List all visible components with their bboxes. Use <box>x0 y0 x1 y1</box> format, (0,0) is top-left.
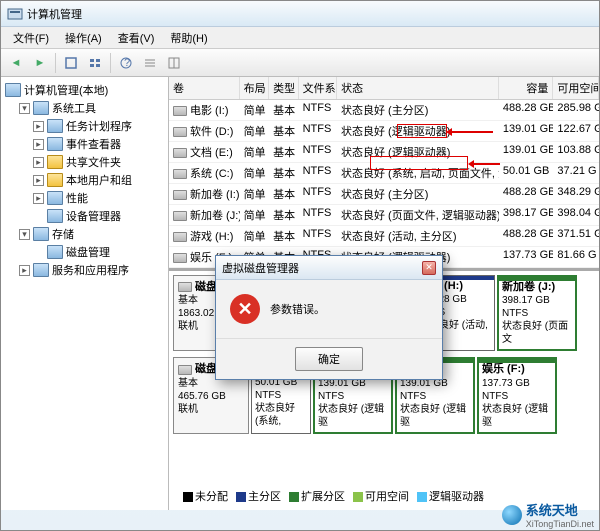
volume-list: 电影 (I:)简单基本NTFS状态良好 (主分区)488.28 GB285.98… <box>169 100 599 268</box>
menu-action[interactable]: 操作(A) <box>57 28 110 48</box>
ok-button[interactable]: 确定 <box>295 347 363 371</box>
partition[interactable]: 新加卷 (J:)398.17 GB NTFS状态良好 (页面文 <box>497 275 577 351</box>
folder-icon <box>47 155 63 169</box>
col-capacity[interactable]: 容量 <box>499 77 554 99</box>
disk-icon <box>47 245 63 259</box>
col-free[interactable]: 可用空间 <box>553 77 599 99</box>
volume-row[interactable]: 电影 (I:)简单基本NTFS状态良好 (主分区)488.28 GB285.98… <box>169 100 599 121</box>
collapse-icon[interactable]: ▾ <box>19 103 30 114</box>
disk-icon <box>178 365 192 375</box>
tree-root[interactable]: 计算机管理(本地) <box>5 81 164 99</box>
refresh-button[interactable] <box>60 52 82 74</box>
legend-unalloc-swatch <box>183 492 193 502</box>
volume-row[interactable]: 新加卷 (J:)简单基本NTFS状态良好 (页面文件, 逻辑驱动器)398.17… <box>169 205 599 226</box>
menu-view[interactable]: 查看(V) <box>110 28 163 48</box>
dialog-message: 参数错误。 <box>270 301 325 317</box>
volume-row[interactable]: 游戏 (H:)简单基本NTFS状态良好 (活动, 主分区)488.28 GB37… <box>169 226 599 247</box>
highlight-box-2 <box>370 156 468 170</box>
drive-icon <box>173 106 187 116</box>
list-button[interactable] <box>139 52 161 74</box>
watermark: 系统天地 XiTongTianDi.net <box>496 498 600 531</box>
fwd-button[interactable]: ► <box>29 52 51 74</box>
tree-local-users[interactable]: ▸本地用户和组 <box>33 171 164 189</box>
legend-free-swatch <box>353 492 363 502</box>
tree-services[interactable]: ▸服务和应用程序 <box>19 261 164 279</box>
col-volume[interactable]: 卷 <box>169 77 240 99</box>
toolbar: ◄ ► ? <box>1 49 599 77</box>
menubar: 文件(F) 操作(A) 查看(V) 帮助(H) <box>1 27 599 49</box>
tree-storage[interactable]: ▾存储 <box>19 225 164 243</box>
tree-task-scheduler[interactable]: ▸任务计划程序 <box>33 117 164 135</box>
volume-row[interactable]: 新加卷 (I:)简单基本NTFS状态良好 (主分区)488.28 GB348.2… <box>169 184 599 205</box>
legend-logical-swatch <box>417 492 427 502</box>
drive-icon <box>173 211 187 221</box>
highlight-box-1 <box>397 124 447 138</box>
titlebar[interactable]: 计算机管理 <box>1 1 599 27</box>
computer-icon <box>5 83 21 97</box>
col-layout[interactable]: 布局 <box>240 77 270 99</box>
back-button[interactable]: ◄ <box>5 52 27 74</box>
dialog-title: 虚拟磁盘管理器 <box>222 260 299 276</box>
separator <box>55 53 56 73</box>
expand-icon[interactable]: ▸ <box>33 121 44 132</box>
perf-icon <box>47 191 63 205</box>
legend: 未分配 主分区 扩展分区 可用空间 逻辑驱动器 <box>175 485 492 507</box>
menu-help[interactable]: 帮助(H) <box>162 28 215 48</box>
help-button[interactable]: ? <box>115 52 137 74</box>
tree-panel: 计算机管理(本地) ▾系统工具 ▸任务计划程序 ▸事件查看器 ▸共享文件夹 ▸本… <box>1 77 169 510</box>
view-button[interactable] <box>84 52 106 74</box>
expand-icon[interactable]: ▸ <box>33 175 44 186</box>
col-type[interactable]: 类型 <box>269 77 299 99</box>
col-fs[interactable]: 文件系统 <box>299 77 337 99</box>
drive-icon <box>173 127 187 137</box>
drive-icon <box>173 232 187 242</box>
brand-url: XiTongTianDi.net <box>526 519 594 529</box>
legend-extended-swatch <box>289 492 299 502</box>
separator <box>110 53 111 73</box>
volume-header: 卷 布局 类型 文件系统 状态 容量 可用空间 <box>169 77 599 100</box>
tree-event-viewer[interactable]: ▸事件查看器 <box>33 135 164 153</box>
drive-icon <box>173 190 187 200</box>
error-dialog: 虚拟磁盘管理器 ✕ ✕ 参数错误。 确定 <box>215 255 443 380</box>
expand-icon[interactable]: ▸ <box>33 157 44 168</box>
tree-performance[interactable]: ▸性能 <box>33 189 164 207</box>
tree-device-manager[interactable]: 设备管理器 <box>33 207 164 225</box>
app-icon <box>7 6 23 22</box>
tree-disk-management[interactable]: 磁盘管理 <box>33 243 164 261</box>
storage-icon <box>33 227 49 241</box>
expand-icon[interactable]: ▸ <box>33 139 44 150</box>
device-icon <box>47 209 63 223</box>
expand-icon[interactable]: ▸ <box>33 193 44 204</box>
error-icon: ✕ <box>230 294 260 324</box>
users-icon <box>47 173 63 187</box>
event-icon <box>47 137 63 151</box>
arrow-1 <box>448 131 493 133</box>
col-status[interactable]: 状态 <box>337 77 499 99</box>
expand-icon[interactable]: ▸ <box>19 265 30 276</box>
close-icon[interactable]: ✕ <box>422 261 436 275</box>
partition[interactable]: 娱乐 (F:)137.73 GB NTFS状态良好 (逻辑驱 <box>477 357 557 433</box>
tree-shared-folders[interactable]: ▸共享文件夹 <box>33 153 164 171</box>
drive-icon <box>173 169 187 179</box>
disk-icon <box>178 282 192 292</box>
tree-system-tools[interactable]: ▾系统工具 <box>19 99 164 117</box>
clock-icon <box>47 119 63 133</box>
collapse-icon[interactable]: ▾ <box>19 229 30 240</box>
tools-icon <box>33 101 49 115</box>
services-icon <box>33 263 49 277</box>
volume-row[interactable]: 软件 (D:)简单基本NTFS状态良好 (逻辑驱动器)139.01 GB122.… <box>169 121 599 142</box>
window-title: 计算机管理 <box>27 6 82 22</box>
drive-icon <box>173 148 187 158</box>
dialog-titlebar[interactable]: 虚拟磁盘管理器 ✕ <box>216 256 442 280</box>
logo-icon <box>502 505 522 525</box>
legend-primary-swatch <box>236 492 246 502</box>
drive-icon <box>173 253 187 263</box>
brand-text: 系统天地 <box>526 500 594 519</box>
svg-text:?: ? <box>124 57 130 69</box>
arrow-2 <box>470 163 500 165</box>
menu-file[interactable]: 文件(F) <box>5 28 57 48</box>
split-button[interactable] <box>163 52 185 74</box>
